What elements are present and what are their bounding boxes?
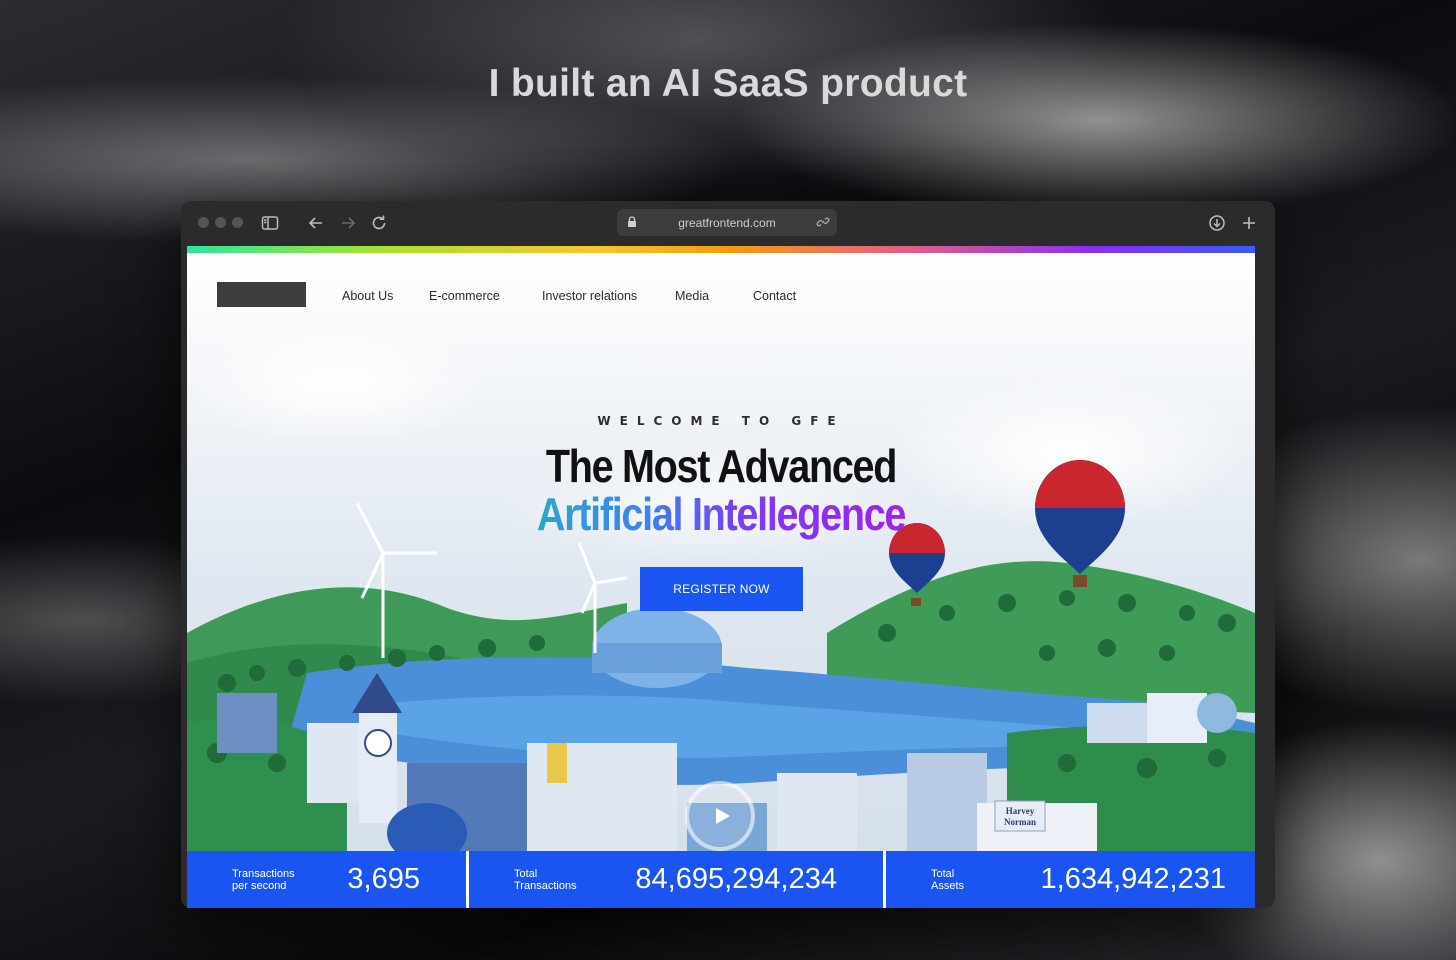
zoom-window-button[interactable] [232, 217, 243, 228]
hero-eyebrow: WELCOME TO GFE [597, 414, 845, 428]
address-bar[interactable]: greatfrontend.com [617, 209, 837, 236]
minimize-window-button[interactable] [215, 217, 226, 228]
stat-value: 3,695 [347, 863, 420, 895]
stat-total-assets: Total Assets 1,634,942,231 [886, 851, 1255, 908]
stat-label: Total Assets [931, 868, 965, 892]
stat-transactions-per-second: Transactions per second 3,695 [187, 851, 466, 908]
stat-label: Total Transactions [514, 868, 577, 892]
sidebar-toggle-icon[interactable] [260, 213, 280, 233]
hero-title-line2: Artificial Intellegence [262, 489, 1180, 539]
nav-about-us[interactable]: About Us [342, 289, 393, 303]
browser-toolbar: greatfrontend.com [181, 201, 1275, 245]
page-headline: I built an AI SaaS product [488, 62, 968, 105]
window-controls [198, 217, 243, 228]
download-icon[interactable] [1207, 213, 1227, 233]
hero-section: Harvey Norman About Us E-commerce Invest… [187, 253, 1255, 851]
back-arrow-icon[interactable] [306, 213, 326, 233]
close-window-button[interactable] [198, 217, 209, 228]
city-landscape-illustration: Harvey Norman [187, 253, 1255, 851]
nav-media[interactable]: Media [675, 289, 709, 303]
url-text: greatfrontend.com [678, 216, 776, 230]
hero-title-line1: The Most Advanced [545, 440, 898, 492]
stats-bar: Transactions per second 3,695 Total Transa… [187, 851, 1255, 908]
play-video-button[interactable] [685, 781, 755, 851]
gradient-top-bar [187, 246, 1255, 253]
forward-arrow-icon[interactable] [338, 213, 358, 233]
nav-contact[interactable]: Contact [753, 289, 796, 303]
register-now-button[interactable]: REGISTER NOW [640, 567, 803, 611]
reload-icon[interactable] [369, 213, 389, 233]
stat-label: Transactions per second [232, 868, 295, 892]
web-page-viewport: Harvey Norman About Us E-commerce Invest… [187, 246, 1255, 908]
nav-e-commerce[interactable]: E-commerce [429, 289, 500, 303]
stat-total-transactions: Total Transactions 84,695,294,234 [469, 851, 883, 908]
nav-investor-relations[interactable]: Investor relations [542, 289, 637, 303]
play-icon [716, 808, 730, 824]
main-nav: About Us E-commerce Investor relations M… [187, 289, 1255, 305]
hero-title-gradient-text: Artificial Intellegence [536, 488, 907, 540]
billboard-line2: Norman [1004, 817, 1036, 827]
link-icon[interactable] [816, 215, 830, 229]
stat-value: 1,634,942,231 [1040, 863, 1226, 895]
stat-value: 84,695,294,234 [635, 863, 837, 895]
browser-window: greatfrontend.com Harvey Norman About Us… [181, 201, 1275, 908]
new-tab-icon[interactable] [1239, 213, 1259, 233]
billboard-line1: Harvey [1006, 806, 1035, 816]
